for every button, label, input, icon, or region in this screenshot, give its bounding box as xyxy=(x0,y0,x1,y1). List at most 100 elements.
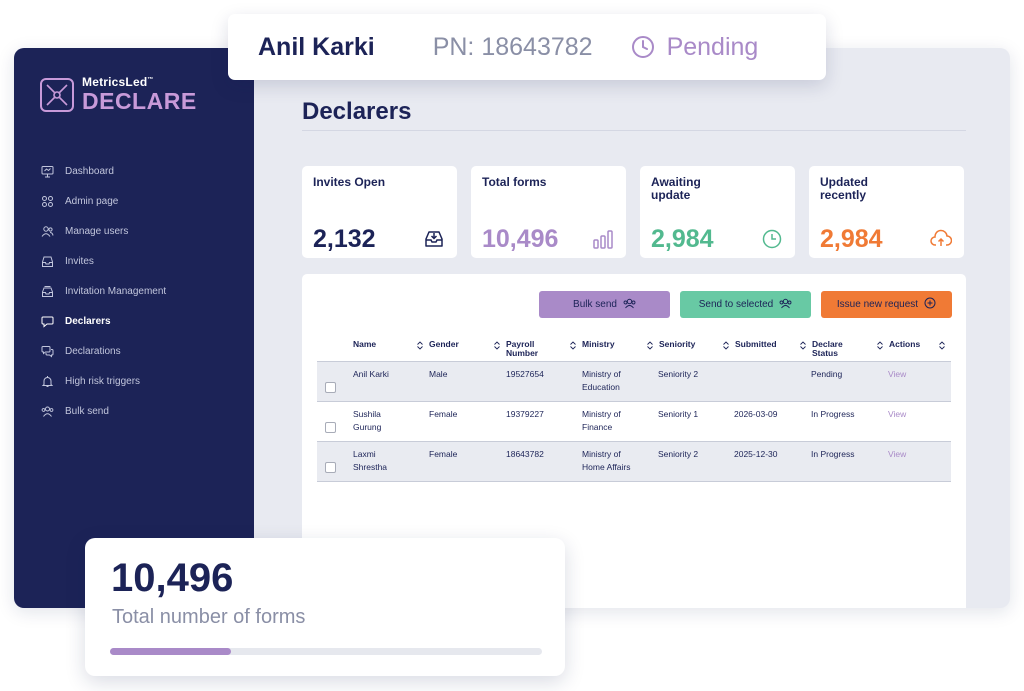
sort-icon[interactable] xyxy=(647,341,653,350)
cell-name: Laxmi Shrestha xyxy=(353,449,388,472)
sort-icon[interactable] xyxy=(570,341,576,350)
inbox-stack-icon xyxy=(40,284,54,298)
inbox-download-icon xyxy=(423,228,445,250)
stat-card-value: 2,984 xyxy=(820,225,883,253)
view-link[interactable]: View xyxy=(888,402,950,441)
sort-icon[interactable] xyxy=(939,341,945,350)
column-header-actions[interactable]: Actions xyxy=(889,334,951,361)
summary-value: 10,496 xyxy=(111,556,234,600)
sort-icon[interactable] xyxy=(494,341,500,350)
total-forms-summary-card[interactable]: 10,496 Total number of forms xyxy=(85,538,565,676)
cell-gender: Female xyxy=(429,409,458,419)
bulk-send-button[interactable]: Bulk send xyxy=(539,291,670,318)
table-header: Name Gender Payroll Number Ministry Seniorit… xyxy=(317,334,951,362)
sidebar-nav: Dashboard Admin page Manage users Invites In… xyxy=(40,156,166,426)
brand-small: MetricsLed™ xyxy=(82,75,154,89)
column-header-submitted[interactable]: Submitted xyxy=(735,334,812,361)
column-header-label: Name xyxy=(353,339,377,349)
app-window: MetricsLed™ DECLARE Dashboard Admin page M… xyxy=(14,48,1010,608)
monitor-icon xyxy=(40,164,54,178)
sidebar-item-declarations[interactable]: Declarations xyxy=(40,336,166,366)
stat-card-total-forms[interactable]: Total forms 10,496 xyxy=(471,166,626,258)
chat-bubbles-icon xyxy=(40,344,54,358)
cell-ministry: Ministry of Home Affairs xyxy=(582,449,631,472)
stat-card-label: Invites Open xyxy=(313,175,386,189)
sidebar-item-label: Declarations xyxy=(65,345,121,357)
stat-cards: Invites Open 2,132 Total forms 10,496 Aw… xyxy=(302,166,964,258)
stat-card-updated-recently[interactable]: Updated recently 2,984 xyxy=(809,166,964,258)
stat-card-invites-open[interactable]: Invites Open 2,132 xyxy=(302,166,457,258)
column-header-label: Payroll Number xyxy=(506,339,539,358)
cell-payroll: 19379227 xyxy=(506,409,544,419)
column-header-name[interactable]: Name xyxy=(353,334,429,361)
sidebar-item-invitation-management[interactable]: Invitation Management xyxy=(40,276,166,306)
declarer-highlight-card[interactable]: Anil Karki PN: 18643782 Pending xyxy=(228,14,826,80)
row-select-cell xyxy=(317,362,353,401)
column-header-gender[interactable]: Gender xyxy=(429,334,506,361)
sort-icon[interactable] xyxy=(417,341,423,350)
sidebar-item-declarers[interactable]: Declarers xyxy=(40,306,166,336)
cell-seniority: Seniority 2 xyxy=(658,369,699,379)
row-checkbox[interactable] xyxy=(325,462,336,473)
sort-icon[interactable] xyxy=(723,341,729,350)
sort-icon[interactable] xyxy=(877,341,883,350)
stat-card-value: 10,496 xyxy=(482,225,559,253)
cell-ministry: Ministry of Finance xyxy=(582,409,621,432)
group-icon xyxy=(40,404,54,418)
stat-card-label: Updated recently xyxy=(820,175,868,202)
column-header-payroll-number[interactable]: Payroll Number xyxy=(506,334,582,361)
row-select-cell xyxy=(317,402,353,441)
stat-card-awaiting-update[interactable]: Awaiting update 2,984 xyxy=(640,166,795,258)
sidebar-item-label: Invites xyxy=(65,255,94,267)
sidebar-item-manage-users[interactable]: Manage users xyxy=(40,216,166,246)
group-icon xyxy=(779,298,792,312)
clock-icon xyxy=(631,36,654,58)
group-icon xyxy=(623,298,636,312)
logo-mark-icon xyxy=(40,77,74,112)
sidebar-item-label: Admin page xyxy=(65,195,119,207)
payroll-number: PN: 18643782 xyxy=(432,32,593,61)
cell-status: In Progress xyxy=(811,409,855,419)
logo[interactable]: MetricsLed™ DECLARE xyxy=(40,76,197,113)
row-checkbox[interactable] xyxy=(325,382,336,393)
sidebar-item-invites[interactable]: Invites xyxy=(40,246,166,276)
sidebar-item-label: Manage users xyxy=(65,225,129,237)
declarers-table: Name Gender Payroll Number Ministry Seniorit… xyxy=(317,334,951,482)
row-checkbox[interactable] xyxy=(325,422,336,433)
inbox-icon xyxy=(40,254,54,268)
grid-icon xyxy=(40,194,54,208)
stat-card-value: 2,132 xyxy=(313,225,376,253)
sidebar-item-bulk-send[interactable]: Bulk send xyxy=(40,396,166,426)
table-row[interactable]: Laxmi Shrestha Female 18643782 Ministry of … xyxy=(317,442,951,482)
page-title: Declarers xyxy=(302,98,412,125)
send-to-selected-label: Send to selected xyxy=(698,299,774,310)
column-header-label: Actions xyxy=(889,339,921,349)
progress-fill xyxy=(110,648,231,655)
column-header-label: Gender xyxy=(429,339,459,349)
issue-new-request-button[interactable]: Issue new request xyxy=(821,291,952,318)
sort-icon[interactable] xyxy=(800,341,806,350)
send-to-selected-button[interactable]: Send to selected xyxy=(680,291,811,318)
bulk-send-label: Bulk send xyxy=(573,299,617,310)
sidebar-item-label: High risk triggers xyxy=(65,375,141,387)
sidebar-item-label: Invitation Management xyxy=(65,285,167,297)
sidebar-item-label: Declarers xyxy=(65,315,111,327)
column-header-ministry[interactable]: Ministry xyxy=(582,334,659,361)
main-content: Declarers Invites Open 2,132 Total forms… xyxy=(254,48,1010,608)
sidebar-item-high-risk-triggers[interactable]: High risk triggers xyxy=(40,366,166,396)
table-row[interactable]: Sushila Gurung Female 19379227 Ministry of … xyxy=(317,402,951,442)
cell-submitted: 2026-03-09 xyxy=(734,409,778,419)
sidebar-item-dashboard[interactable]: Dashboard xyxy=(40,156,166,186)
column-header-seniority[interactable]: Seniority xyxy=(659,334,735,361)
view-link[interactable]: View xyxy=(888,442,950,481)
cell-payroll: 18643782 xyxy=(506,449,544,459)
view-link[interactable]: View xyxy=(888,362,950,401)
cell-status: In Progress xyxy=(811,449,855,459)
cell-ministry: Ministry of Education xyxy=(582,369,621,392)
status-label: Pending xyxy=(666,32,759,61)
plus-circle-icon xyxy=(924,297,936,312)
issue-new-request-label: Issue new request xyxy=(836,299,919,310)
column-header-declare-status[interactable]: Declare Status xyxy=(812,334,889,361)
sidebar-item-admin-page[interactable]: Admin page xyxy=(40,186,166,216)
table-row[interactable]: Anil Karki Male 19527654 Ministry of Educat… xyxy=(317,362,951,402)
